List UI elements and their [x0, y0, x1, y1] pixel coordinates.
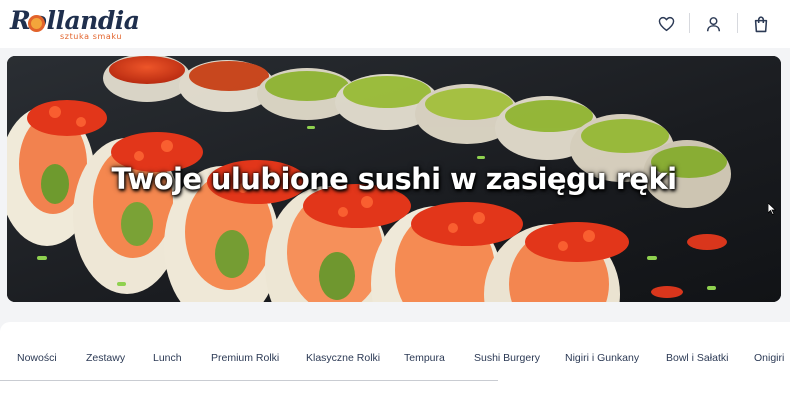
- category-zestawy[interactable]: Zestawy: [86, 352, 125, 364]
- category-lunch[interactable]: Lunch: [153, 352, 182, 364]
- category-klasyczne-rolki[interactable]: Klasyczne Rolki: [306, 352, 380, 364]
- category-scroll-indicator[interactable]: [0, 380, 498, 381]
- shopping-bag-icon: [754, 15, 768, 32]
- account-button[interactable]: [701, 12, 725, 36]
- header-divider: [689, 13, 690, 33]
- category-list: Nowości Zestawy Lunch Premium Rolki Klas…: [0, 352, 790, 372]
- cart-button[interactable]: [749, 12, 773, 36]
- category-bowl-salatki[interactable]: Bowl i Sałatki: [666, 352, 728, 364]
- heart-icon: [658, 16, 674, 32]
- category-onigiri[interactable]: Onigiri: [754, 352, 784, 364]
- hero-title: Twoje ulubione sushi w zasięgu ręki: [111, 162, 677, 196]
- mouse-pointer-icon: [768, 203, 776, 215]
- category-nav: Nowości Zestawy Lunch Premium Rolki Klas…: [0, 322, 790, 400]
- category-tempura[interactable]: Tempura: [404, 352, 445, 364]
- wishlist-button[interactable]: [654, 12, 678, 36]
- header-divider: [737, 13, 738, 33]
- brand-logo[interactable]: Rollandia sztuka smaku: [8, 4, 140, 44]
- category-nigiri-gunkany[interactable]: Nigiri i Gunkany: [565, 352, 639, 364]
- category-premium-rolki[interactable]: Premium Rolki: [211, 352, 279, 364]
- hero-banner[interactable]: Twoje ulubione sushi w zasięgu ręki: [7, 56, 781, 302]
- category-sushi-burgery[interactable]: Sushi Burgery: [474, 352, 540, 364]
- category-nowosci[interactable]: Nowości: [17, 352, 57, 364]
- brand-tagline: sztuka smaku: [60, 32, 123, 41]
- logo-sushi-icon: [28, 15, 45, 32]
- user-icon: [706, 17, 720, 32]
- site-header: Rollandia sztuka smaku: [0, 0, 790, 48]
